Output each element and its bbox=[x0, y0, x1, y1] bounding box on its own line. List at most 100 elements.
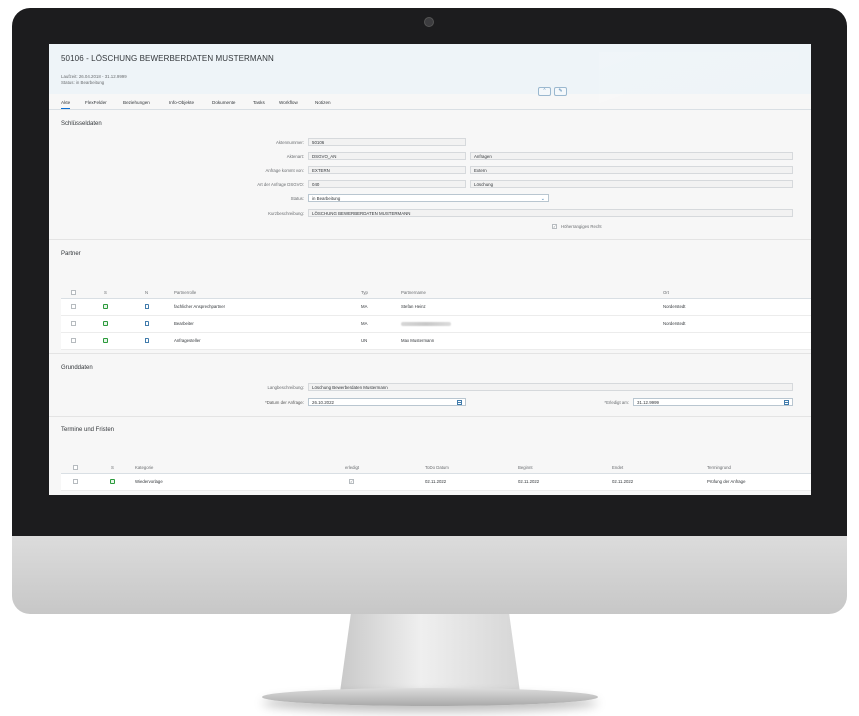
document-icon[interactable] bbox=[145, 321, 149, 326]
partner-ort: Norderstedt bbox=[663, 304, 685, 309]
aktenart-label: Aktenart: bbox=[164, 154, 304, 159]
partner-rolle: fachlicher Ansprechpartner bbox=[174, 304, 225, 309]
tab-akte[interactable]: Akte bbox=[61, 100, 70, 109]
header-toggle-group: ⌃ ✎ bbox=[538, 87, 567, 96]
row-checkbox[interactable] bbox=[71, 321, 76, 326]
object-header: 50106 - LÖSCHUNG BEWERBERDATEN MUSTERMAN… bbox=[49, 44, 811, 94]
chevron-down-icon: ⌄ bbox=[541, 195, 545, 202]
termin-todo-datum: 02.11.2022 bbox=[425, 479, 446, 484]
tab-beziehungen[interactable]: Beziehungen bbox=[123, 100, 150, 105]
status-text: Status: in Bearbeitung bbox=[61, 80, 104, 85]
erledigt-am-input[interactable]: 31.12.9999 bbox=[633, 398, 793, 406]
anfrage-kommt-von-desc-field: Extern bbox=[470, 166, 793, 174]
tab-dokumente[interactable]: Dokumente bbox=[212, 100, 236, 105]
aktennummer-field: 50106 bbox=[308, 138, 466, 146]
status-select-value: in Bearbeitung bbox=[312, 196, 340, 201]
document-icon[interactable] bbox=[145, 304, 149, 309]
col-termingrund: Termingrund bbox=[707, 465, 731, 470]
art-der-anfrage-desc-field: Löschung bbox=[470, 180, 793, 188]
row-checkbox[interactable] bbox=[71, 338, 76, 343]
partner-rolle: Anfragesteller bbox=[174, 338, 201, 343]
status-green-icon bbox=[103, 338, 108, 343]
divider bbox=[49, 416, 811, 417]
status-green-icon bbox=[103, 304, 108, 309]
col-partnerrolle: Partnerrolle bbox=[174, 290, 196, 295]
tab-tasks[interactable]: Tasks bbox=[253, 100, 265, 105]
erledigt-checkbox[interactable]: ✓ bbox=[349, 479, 354, 484]
monitor-stand-neck bbox=[340, 614, 520, 692]
partner-typ: MA bbox=[361, 304, 367, 309]
monitor-stand-foot bbox=[262, 688, 598, 706]
hoeherrangiges-recht-label: Höherrangiges Recht bbox=[561, 224, 602, 229]
calendar-icon[interactable] bbox=[457, 400, 462, 405]
webcam-icon bbox=[424, 17, 434, 27]
art-der-anfrage-field: 040 bbox=[308, 180, 466, 188]
table-row[interactable]: Wiedervorlage ✓ 02.11.2022 02.11.2022 02… bbox=[61, 474, 811, 491]
partner-name[interactable]: Max Mustermann bbox=[401, 338, 434, 343]
select-all-checkbox[interactable] bbox=[71, 290, 76, 295]
langbeschreibung-field: Löschung Bewerberdaten Mustermann bbox=[308, 383, 793, 391]
page-title: 50106 - LÖSCHUNG BEWERBERDATEN MUSTERMAN… bbox=[61, 54, 274, 63]
col-endet: Endet bbox=[612, 465, 623, 470]
col-erledigt: erledigt bbox=[345, 465, 359, 470]
aktenart-field: DSGVO_AN bbox=[308, 152, 466, 160]
tab-notizen[interactable]: Notizen bbox=[315, 100, 331, 105]
aktennummer-label: Aktennummer: bbox=[164, 140, 304, 145]
partner-rolle: Bearbeiter bbox=[174, 321, 194, 326]
termin-kategorie: Wiedervorlage bbox=[135, 479, 163, 484]
calendar-icon[interactable] bbox=[784, 400, 789, 405]
col-todo-datum: ToDo Datum bbox=[425, 465, 449, 470]
anfrage-kommt-von-field: EXTERN bbox=[308, 166, 466, 174]
section-schluesseldaten: Schlüsseldaten bbox=[61, 121, 102, 127]
col-n: N bbox=[145, 290, 148, 295]
kurzbeschreibung-label: Kurzbeschreibung: bbox=[164, 211, 304, 216]
col-s: S bbox=[104, 290, 107, 295]
datum-anfrage-input[interactable]: 26.10.2022 bbox=[308, 398, 466, 406]
termin-beginnt: 02.11.2022 bbox=[518, 479, 539, 484]
col-ort: Ort bbox=[663, 290, 669, 295]
status-select[interactable]: in Bearbeitung ⌄ bbox=[308, 194, 549, 202]
tab-bar: Akte FlexFelder Beziehungen Info-Objekte… bbox=[49, 96, 811, 110]
art-der-anfrage-label: Art der Anfrage DSGVO: bbox=[164, 182, 304, 187]
select-all-checkbox[interactable] bbox=[73, 465, 78, 470]
partner-typ: MA bbox=[361, 321, 367, 326]
monitor-chin bbox=[12, 536, 847, 614]
datum-anfrage-value: 26.10.2022 bbox=[312, 400, 334, 405]
kurzbeschreibung-field: LÖSCHUNG BEWERBERDATEN MUSTERMANN bbox=[308, 209, 793, 217]
partner-name-redacted bbox=[401, 322, 451, 326]
divider bbox=[49, 353, 811, 354]
status-green-icon bbox=[110, 479, 115, 484]
status-label: Status: bbox=[164, 196, 304, 201]
hoeherrangiges-recht-checkbox[interactable]: ✓ bbox=[552, 224, 557, 229]
laufzeit-text: Laufzeit: 26.04.2018 - 31.12.9999 bbox=[61, 74, 127, 79]
partner-typ: UN bbox=[361, 338, 367, 343]
tab-info-objekte[interactable]: Info-Objekte bbox=[169, 100, 194, 105]
aktenart-desc-field: Anfragen bbox=[470, 152, 793, 160]
row-checkbox[interactable] bbox=[71, 304, 76, 309]
section-termine: Termine und Fristen bbox=[61, 427, 114, 433]
col-s: S bbox=[111, 465, 114, 470]
erledigt-am-label: *Erledigt am: bbox=[489, 400, 629, 405]
table-row[interactable]: Anfragesteller UN Max Mustermann bbox=[61, 333, 811, 350]
langbeschreibung-label: Langbeschreibung: bbox=[164, 385, 304, 390]
datum-anfrage-label: *Datum der Anfrage: bbox=[164, 400, 304, 405]
section-grunddaten: Grunddaten bbox=[61, 365, 93, 371]
divider bbox=[49, 239, 811, 240]
partner-ort: Norderstedt bbox=[663, 321, 685, 326]
partner-table-header: S N Partnerrolle Typ Partnername Ort bbox=[61, 287, 811, 299]
table-row[interactable]: fachlicher Ansprechpartner MA Stefan Hei… bbox=[61, 299, 811, 316]
termin-endet: 02.11.2022 bbox=[612, 479, 633, 484]
document-icon[interactable] bbox=[145, 338, 149, 343]
anfrage-kommt-von-label: Anfrage kommt von: bbox=[164, 168, 304, 173]
partner-name[interactable]: Stefan Heinz bbox=[401, 304, 426, 309]
pin-header-icon[interactable]: ✎ bbox=[554, 87, 567, 96]
row-checkbox[interactable] bbox=[73, 479, 78, 484]
erledigt-am-value: 31.12.9999 bbox=[637, 400, 659, 405]
collapse-header-icon[interactable]: ⌃ bbox=[538, 87, 551, 96]
tab-workflow[interactable]: Workflow bbox=[279, 100, 298, 105]
col-kategorie: Kategorie bbox=[135, 465, 153, 470]
screen: 50106 - LÖSCHUNG BEWERBERDATEN MUSTERMAN… bbox=[49, 44, 811, 495]
tab-flexfelder[interactable]: FlexFelder bbox=[85, 100, 107, 105]
table-row[interactable]: Bearbeiter MA Norderstedt bbox=[61, 316, 811, 333]
col-typ: Typ bbox=[361, 290, 368, 295]
